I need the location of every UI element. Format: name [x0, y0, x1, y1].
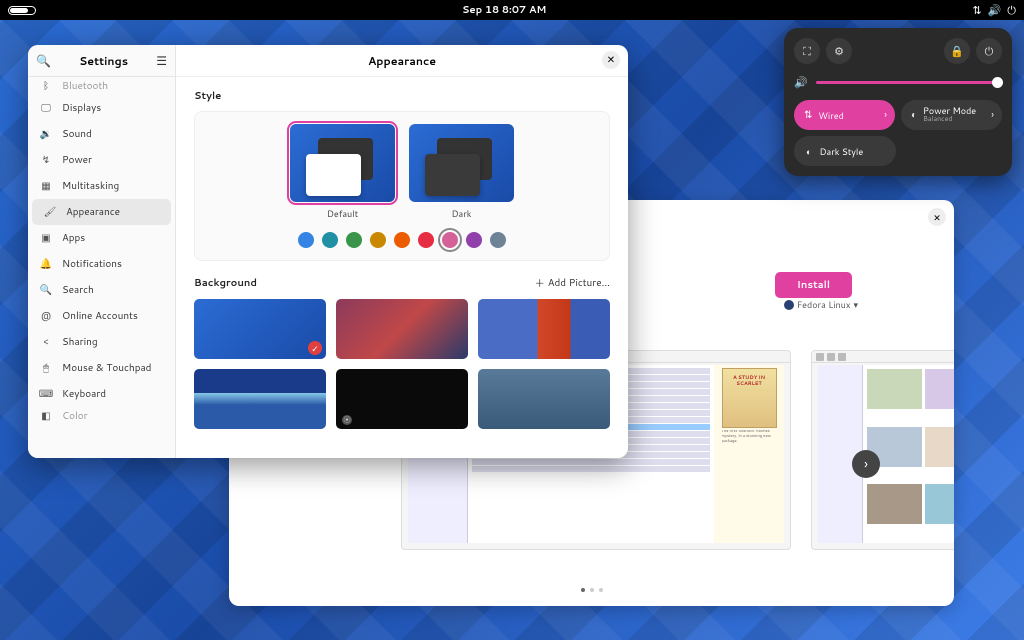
- kb-icon: ⌨: [40, 388, 52, 400]
- sidebar-item-online-accounts[interactable]: @Online Accounts: [28, 303, 175, 329]
- settings-sidebar: 🔍 Settings ☰ ᛒBluetooth🖵Displays🔉Sound↯P…: [28, 45, 176, 458]
- pwr-icon: ↯: [40, 154, 52, 166]
- sidebar-item-notifications[interactable]: 🔔Notifications: [28, 251, 175, 277]
- carousel-dots: [581, 588, 603, 592]
- accent-color[interactable]: [370, 232, 386, 248]
- sidebar-item-multitasking[interactable]: ▦Multitasking: [28, 173, 175, 199]
- app-icon: 🖌: [44, 206, 56, 218]
- sidebar-item-search[interactable]: 🔍Search: [28, 277, 175, 303]
- fedora-icon: [784, 300, 794, 310]
- mouse-icon: 🖱: [40, 362, 52, 374]
- sidebar-item-apps[interactable]: ▣Apps: [28, 225, 175, 251]
- panel-title: Appearance: [368, 53, 436, 69]
- network-icon: ⇅: [972, 2, 981, 18]
- sidebar-item-power[interactable]: ↯Power: [28, 147, 175, 173]
- accent-color[interactable]: [298, 232, 314, 248]
- accent-color[interactable]: [418, 232, 434, 248]
- volume-slider[interactable]: [816, 81, 1002, 84]
- accent-color[interactable]: [466, 232, 482, 248]
- dark-style-toggle[interactable]: ◐ Dark Style: [794, 136, 896, 166]
- system-tray[interactable]: ⇅ 🔊 ⏻: [972, 2, 1016, 18]
- chevron-right-icon: ›: [991, 108, 994, 122]
- oa-icon: @: [40, 310, 52, 322]
- sidebar-item-sharing[interactable]: <Sharing: [28, 329, 175, 355]
- power-mode-toggle[interactable]: ◐ Power Mode Balanced ›: [901, 100, 1002, 130]
- volume-icon: 🔊: [794, 74, 808, 90]
- close-button[interactable]: ✕: [928, 208, 946, 226]
- top-bar: Sep 18 8:07 AM ⇅ 🔊 ⏻: [0, 0, 1024, 20]
- style-option-dark[interactable]: [409, 124, 514, 202]
- settings-window: 🔍 Settings ☰ ᛒBluetooth🖵Displays🔉Sound↯P…: [28, 45, 628, 458]
- screenshot-button[interactable]: ⛶: [794, 38, 820, 64]
- carousel-next-button[interactable]: ›: [852, 450, 880, 478]
- lock-button[interactable]: 🔒: [944, 38, 970, 64]
- search-icon[interactable]: 🔍: [36, 52, 51, 69]
- background-grid: ⦿: [194, 299, 610, 429]
- style-card: DefaultDark: [194, 111, 610, 261]
- background-heading: Background: [194, 276, 257, 290]
- dot[interactable]: [590, 588, 594, 592]
- wired-toggle[interactable]: ⇅ Wired ›: [794, 100, 895, 130]
- disp-icon: 🖵: [40, 102, 52, 114]
- wallpaper-option[interactable]: [336, 299, 468, 359]
- source-selector[interactable]: Fedora Linux ▾: [784, 298, 858, 311]
- style-option-default[interactable]: [290, 124, 395, 202]
- wallpaper-option[interactable]: [194, 369, 326, 429]
- accent-color[interactable]: [394, 232, 410, 248]
- sidebar-item-mouse-touchpad[interactable]: 🖱Mouse & Touchpad: [28, 355, 175, 381]
- install-button[interactable]: Install: [775, 272, 852, 298]
- wallpaper-option[interactable]: [194, 299, 326, 359]
- snd-icon: 🔉: [40, 128, 52, 140]
- plus-icon: ＋: [535, 275, 545, 291]
- sidebar-item-bluetooth[interactable]: ᛒBluetooth: [28, 77, 175, 95]
- close-button[interactable]: ✕: [602, 51, 620, 69]
- wallpaper-option[interactable]: [478, 369, 610, 429]
- chevron-down-icon: ▾: [853, 298, 858, 311]
- mt-icon: ▦: [40, 180, 52, 192]
- apps-icon: ▣: [40, 232, 52, 244]
- dot[interactable]: [581, 588, 585, 592]
- add-picture-button[interactable]: ＋ Add Picture…: [535, 275, 610, 291]
- screenshot-2[interactable]: [811, 350, 954, 550]
- dark-style-icon: ◐: [806, 145, 811, 158]
- wallpaper-option[interactable]: ⦿: [336, 369, 468, 429]
- power-mode-icon: ◐: [911, 108, 917, 122]
- srch-icon: 🔍: [40, 284, 52, 296]
- wallpaper-option[interactable]: [478, 299, 610, 359]
- sidebar-title: Settings: [51, 53, 156, 69]
- accent-color[interactable]: [442, 232, 458, 248]
- volume-icon: 🔊: [988, 2, 1002, 18]
- sidebar-item-keyboard[interactable]: ⌨Keyboard: [28, 381, 175, 407]
- col-icon: ◧: [40, 410, 52, 422]
- power-button[interactable]: ⏻: [976, 38, 1002, 64]
- network-icon: ⇅: [804, 108, 812, 122]
- settings-content: Appearance ✕ Style DefaultDark Backgroun…: [176, 45, 628, 458]
- accent-color[interactable]: [346, 232, 362, 248]
- clock[interactable]: Sep 18 8:07 AM: [462, 3, 546, 17]
- accent-color-row: [207, 232, 597, 248]
- source-label: Fedora Linux: [797, 298, 851, 311]
- quick-settings-panel: ⛶ ⚙ 🔒 ⏻ 🔊 ⇅ Wired › ◐ Power Mode Balance…: [784, 28, 1012, 176]
- dot[interactable]: [599, 588, 603, 592]
- activities-button[interactable]: [8, 6, 36, 15]
- not-icon: 🔔: [40, 258, 52, 270]
- accent-color[interactable]: [490, 232, 506, 248]
- sidebar-item-color[interactable]: ◧Color: [28, 407, 175, 425]
- bt-icon: ᛒ: [40, 80, 52, 92]
- style-heading: Style: [194, 89, 610, 103]
- settings-button[interactable]: ⚙: [826, 38, 852, 64]
- chevron-right-icon: ›: [884, 108, 887, 122]
- sidebar-item-sound[interactable]: 🔉Sound: [28, 121, 175, 147]
- sidebar-item-appearance[interactable]: 🖌Appearance: [32, 199, 171, 225]
- shr-icon: <: [40, 336, 52, 348]
- sidebar-item-displays[interactable]: 🖵Displays: [28, 95, 175, 121]
- accent-color[interactable]: [322, 232, 338, 248]
- hamburger-icon[interactable]: ☰: [156, 52, 167, 69]
- power-icon: ⏻: [1007, 2, 1016, 18]
